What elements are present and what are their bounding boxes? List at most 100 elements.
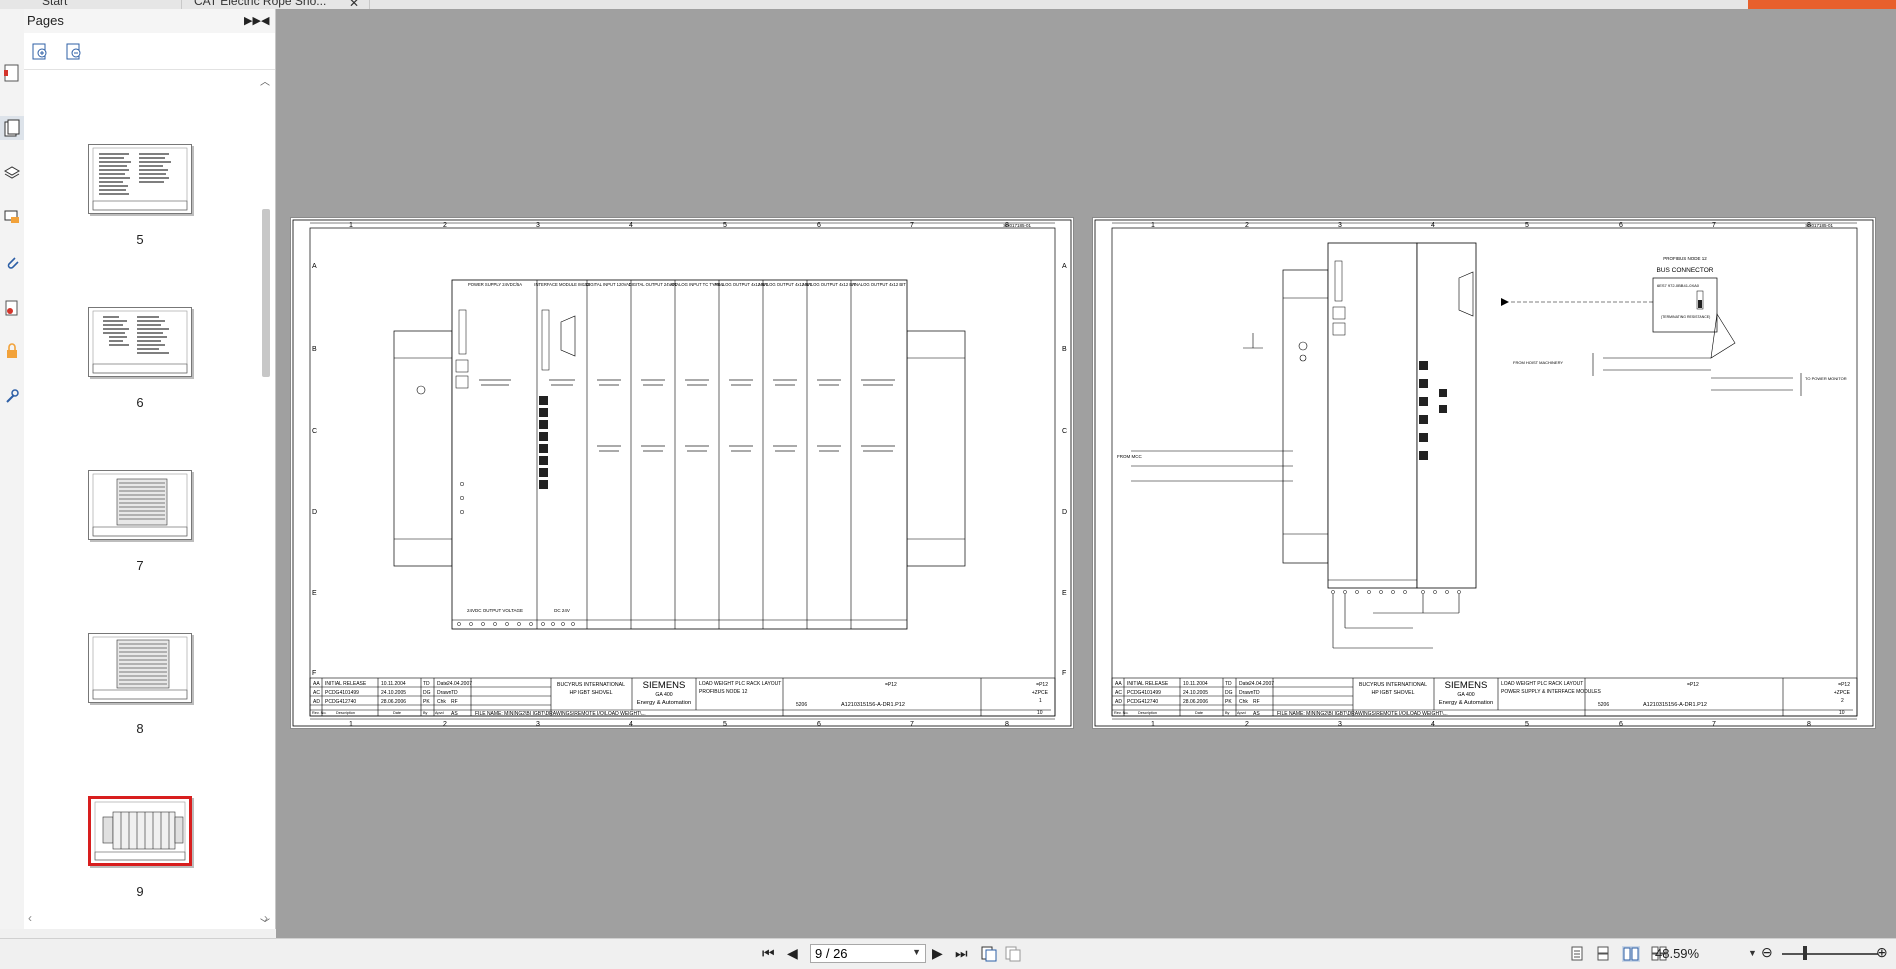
rev-header: Rev. No.: [1114, 711, 1129, 715]
double-chevron-right-icon[interactable]: ▶▶: [244, 14, 261, 27]
next-page-icon[interactable]: ▶: [932, 946, 943, 960]
signature-icon[interactable]: [0, 296, 24, 320]
revision-description: PCDG412740: [1127, 699, 1158, 705]
row-letter: B: [312, 346, 317, 353]
column-number: 3: [1338, 721, 1342, 728]
column-number: 1: [349, 222, 353, 229]
row-letter: D: [1062, 509, 1067, 516]
zoom-dropdown-icon[interactable]: ▼: [1748, 948, 1757, 958]
layers-icon[interactable]: [0, 161, 24, 185]
from-mcc-label: FROM MCC: [1117, 454, 1142, 459]
pages-panel-toolbar: [24, 33, 275, 70]
revision-description: INITIAL RELEASE: [1127, 681, 1169, 687]
revision-rev: AD: [1115, 699, 1122, 705]
previous-page-icon[interactable]: ◀: [787, 946, 798, 960]
sheet-total: 10: [1839, 710, 1845, 716]
revision-date: 28.06.2006: [1183, 699, 1208, 705]
module-label: ANALOG OUTPUT 4x12 BIT: [802, 282, 856, 287]
first-page-icon[interactable]: ⏮: [762, 946, 775, 960]
chevron-left-icon[interactable]: ◀: [261, 14, 269, 27]
revision-date: 24.10.2005: [1183, 690, 1208, 696]
scroll-left-icon[interactable]: ‹: [28, 911, 32, 925]
fit-page-icon[interactable]: [980, 946, 998, 962]
date-value: 24.04.2007: [1249, 681, 1274, 687]
by-header: By: [1225, 711, 1230, 715]
drawing-ref-end: =P12: [1036, 682, 1048, 688]
scroll-right-icon[interactable]: ›: [264, 911, 268, 925]
fit-width-icon[interactable]: [1004, 946, 1022, 962]
brand-name: SIEMENS: [643, 680, 686, 691]
column-number: 3: [1338, 222, 1342, 229]
zoom-out-icon[interactable]: ⊖: [1761, 945, 1773, 959]
comments-icon[interactable]: [0, 205, 24, 229]
thumbnail-vertical-scrollbar[interactable]: ︿ ﹀: [257, 69, 275, 930]
column-number: 1: [349, 721, 353, 728]
bus-connector-title: PROFIBUS NODE 12: [1663, 256, 1707, 261]
drawn-value: TD: [1253, 690, 1260, 696]
thumbnail-label: 9: [136, 884, 144, 899]
brand-sub2: Energy & Automation: [637, 700, 691, 706]
continuous-icon[interactable]: [1596, 946, 1610, 962]
zoom-slider[interactable]: [1782, 953, 1878, 955]
sheet-index: 1: [1039, 698, 1042, 704]
page-thumbnail[interactable]: [88, 144, 192, 214]
thumbnail-horizontal-scrollbar[interactable]: ‹ ›: [24, 911, 275, 927]
column-number: 4: [629, 721, 633, 728]
document-view[interactable]: 1 2 3 4 5 6 7 8 1 2 3 4 5 6 7 8 A B C D …: [276, 9, 1896, 938]
zoom-in-thumbnails-icon[interactable]: [32, 43, 50, 61]
tab-start[interactable]: Start: [36, 0, 182, 9]
page-number-field[interactable]: ▼: [810, 944, 926, 963]
column-number: 8: [1807, 721, 1811, 728]
scroll-up-icon[interactable]: ︿: [260, 73, 270, 88]
page-thumbnail[interactable]: [88, 633, 192, 703]
tab-document[interactable]: CAT Electric Rope Sho...: [188, 0, 370, 9]
zoom-in-icon[interactable]: ⊕: [1876, 945, 1888, 959]
attachment-icon[interactable]: [0, 251, 24, 275]
revision-date: 10.11.2004: [381, 681, 406, 687]
revision-description: INITIAL RELEASE: [325, 681, 367, 687]
revision-rev: AC: [1115, 690, 1122, 696]
page-thumbnail-icon[interactable]: [0, 61, 24, 85]
tab-document-label: CAT Electric Rope Sho...: [194, 0, 327, 8]
revision-rev: AD: [313, 699, 320, 705]
last-page-icon[interactable]: ⏭: [955, 946, 968, 960]
zoom-out-thumbnails-icon[interactable]: [66, 43, 84, 61]
facing-icon[interactable]: [1622, 946, 1640, 962]
drawn-label: Drawn: [437, 690, 452, 696]
revision-by: TD: [423, 681, 430, 687]
module-label: ANALOG OUTPUT 4x12 BIT: [852, 282, 906, 287]
page-thumbnail-selected[interactable]: [88, 796, 192, 866]
document-page-left: 1 2 3 4 5 6 7 8 1 2 3 4 5 6 7 8 A B C D …: [291, 218, 1073, 728]
column-number: 5: [1525, 222, 1529, 229]
revision-by: PK: [423, 699, 430, 705]
row-letter: A: [312, 263, 317, 270]
drawing-code: 5206: [1598, 702, 1609, 708]
pages-icon[interactable]: [0, 116, 24, 140]
left-icon-bar: [0, 9, 25, 929]
column-number: 3: [536, 721, 540, 728]
column-number: 1: [1151, 721, 1155, 728]
scrollbar-thumb[interactable]: [262, 209, 270, 377]
drawing-ref: =P12: [1687, 682, 1699, 688]
tools-icon[interactable]: [0, 384, 24, 408]
close-tab-icon[interactable]: ✕: [349, 0, 359, 9]
file-name: FILE NAME: MINING2\BI IGBT\DRAWINGS\REMO…: [1277, 711, 1448, 717]
page-dropdown-icon[interactable]: ▼: [912, 947, 921, 957]
page-thumbnail[interactable]: [88, 307, 192, 377]
bus-connector-label: BUS CONNECTOR: [1657, 267, 1714, 274]
security-icon[interactable]: [0, 339, 24, 363]
page-number-input[interactable]: [815, 946, 905, 961]
single-page-icon[interactable]: [1570, 946, 1584, 962]
zoom-level[interactable]: 48.59%: [1655, 946, 1699, 961]
revision-date: 24.10.2005: [381, 690, 406, 696]
page-thumbnail[interactable]: [88, 470, 192, 540]
drawing-location: +ZPCE: [1834, 690, 1851, 696]
zoom-slider-knob[interactable]: [1803, 946, 1807, 960]
column-number: 6: [817, 721, 821, 728]
module-label: INTERFACE MODULE IM153: [534, 282, 590, 287]
from-hoist-label: FROM HOIST MACHINERY: [1513, 360, 1563, 365]
pages-panel: Pages ▶▶ ◀ 5 6 7 8 9 ︿ ﹀ ‹ ›: [24, 9, 276, 930]
tab-start-label: Start: [42, 0, 68, 8]
module-label: POWER SUPPLY 24VDC/5A: [468, 282, 522, 287]
revision-rev: AA: [1115, 681, 1122, 687]
